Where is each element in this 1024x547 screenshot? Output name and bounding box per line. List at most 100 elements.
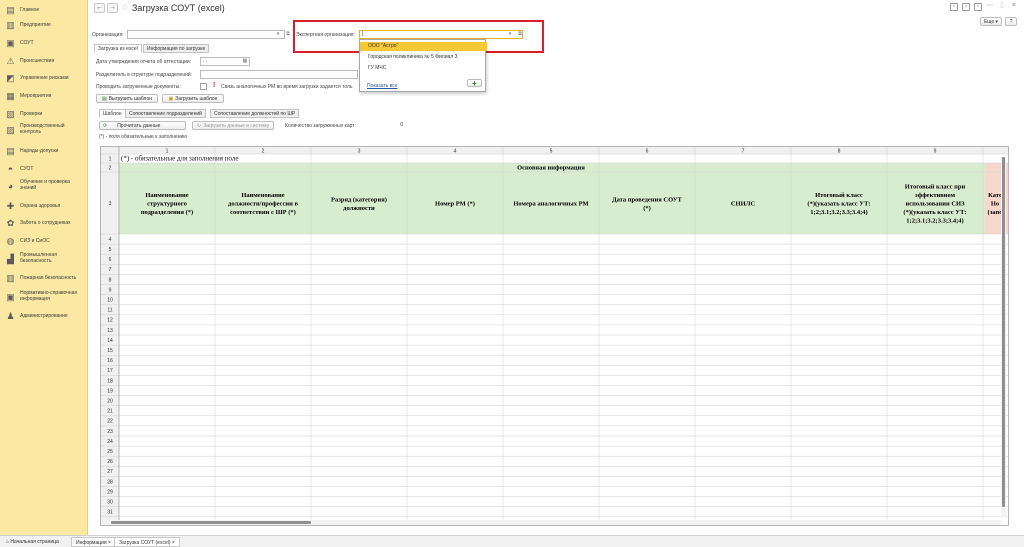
separator-field[interactable]	[200, 70, 358, 79]
sidebar-item-home[interactable]: ▤ Главное	[0, 4, 88, 16]
sidebar-item-admin[interactable]: ♟ Администрирование	[0, 310, 88, 322]
post-docs-checkbox[interactable]	[200, 83, 207, 90]
sidebar-item-helmet[interactable]: ◓ СУОТ	[0, 163, 88, 175]
load-icon: ↻	[196, 122, 202, 129]
dropdown-item-mchs[interactable]: ГУ МЧС	[360, 64, 487, 73]
sidebar-item-warning[interactable]: ⚠ Происшествия	[0, 55, 88, 67]
row-number: 8	[109, 277, 112, 283]
date-field[interactable]: . . ▦	[200, 57, 250, 66]
read-data-button[interactable]: ⟳ Прочитать данные	[99, 121, 186, 130]
sidebar-item-tasks[interactable]: ▦ Мероприятия	[0, 90, 88, 102]
export-icon: ▤	[101, 95, 107, 102]
sidebar-item-chart[interactable]: ◩ Управление рисками	[0, 72, 88, 84]
sidebar-item-industrial[interactable]: ▟ Промышленная безопасность	[0, 252, 88, 265]
sidebar-item-factory[interactable]: ▨ Производственный контроль	[0, 123, 88, 136]
bottom-tab-info-label: Информация	[76, 540, 107, 546]
row-number: 28	[107, 479, 113, 485]
row-number: 15	[107, 348, 113, 354]
org-field[interactable]: ▾ ⧉	[127, 30, 290, 39]
sidebar-item-permit[interactable]: ▤ Наряды-допуски	[0, 145, 88, 157]
sidebar-item-label: Происшествия	[20, 58, 55, 64]
dropdown-item-astro[interactable]: ООО "Астро"	[360, 42, 487, 51]
sidebar-item-label: Забота о сотрудниках	[20, 220, 71, 226]
check-icon: ▧	[6, 108, 15, 119]
sidebar-item-health[interactable]: ✚ Охрана здоровья	[0, 200, 88, 212]
close-icon[interactable]: ×	[108, 540, 111, 546]
sidebar-item-label: Предприятие	[20, 22, 51, 28]
row-number: 25	[107, 449, 113, 455]
permit-icon: ▤	[6, 145, 15, 156]
open-icon[interactable]: ⧉	[284, 31, 292, 38]
row-number: 26	[107, 459, 113, 465]
print-icon[interactable]: ▫	[962, 3, 970, 11]
bottom-tab-sout[interactable]: Загрузка СОУТ (excel) ×	[114, 537, 180, 547]
sidebar-item-fire[interactable]: ▥ Пожарная безопасность	[0, 272, 88, 284]
close-icon[interactable]: ×	[1010, 2, 1018, 11]
folder-icon: ▣	[168, 95, 174, 102]
post-docs-label: Проводить загруженные документы:	[96, 84, 181, 90]
page-title: Загрузка СОУТ (excel)	[132, 3, 225, 13]
tab-excel-upload[interactable]: Загрузка из excel	[94, 44, 142, 53]
row-number: 13	[107, 328, 113, 334]
tab-match-positions[interactable]: Сопоставление должностей по ШР	[210, 109, 300, 118]
copy-icon[interactable]: ▫	[974, 3, 982, 11]
sidebar-item-label: СОУТ	[20, 40, 34, 46]
more-button[interactable]: Еще ▾	[980, 17, 1002, 26]
column-number: 8	[838, 149, 841, 155]
required-fields-note: (*) - обязательные для заполнения поле	[121, 155, 238, 163]
sidebar-item-label: Промышленная безопасность	[20, 252, 57, 264]
help-button[interactable]: ?	[1005, 17, 1017, 26]
row-number: 19	[107, 388, 113, 394]
dropdown-item-clinic[interactable]: Городская поликлиника № 5 Филиал 3	[360, 53, 487, 62]
favorite-star-icon[interactable]: ☆	[121, 2, 129, 13]
export-template-button[interactable]: ▤ Выгрузить шаблон	[96, 94, 158, 103]
add-icon[interactable]: +	[467, 79, 482, 88]
row-number: 23	[107, 429, 113, 435]
template-spreadsheet[interactable]: 1234567891012345678910111213141516171819…	[100, 146, 1009, 526]
chart-icon: ◩	[6, 72, 15, 83]
open-icon[interactable]: ⧉	[516, 31, 524, 38]
tab-upload-info[interactable]: Информация по загрузке	[143, 44, 210, 53]
header-cell: Итоговый класс (*)(указать класс УТ: 1;2;3…	[807, 192, 870, 216]
import-template-label: Загрузить шаблон	[175, 95, 218, 102]
chevron-down-icon[interactable]: ▾	[506, 31, 514, 38]
horizontal-scroll-thumb[interactable]	[111, 521, 311, 524]
tab-template[interactable]: Шаблон	[99, 109, 126, 118]
bottom-tab-info[interactable]: Информация ×	[71, 537, 116, 547]
sout-icon: ▣	[6, 37, 15, 48]
sidebar-item-care[interactable]: ✿ Забота о сотрудниках	[0, 217, 88, 229]
care-icon: ✿	[6, 217, 15, 228]
load-data-button[interactable]: ↻ Загрузить данные в систему	[192, 121, 274, 130]
count-field[interactable]: 0	[361, 121, 406, 130]
sidebar-item-label: Наряды-допуски	[20, 148, 59, 154]
refresh-icon: ⟳	[103, 122, 108, 129]
import-template-button[interactable]: ▣ Загрузить шаблон	[162, 94, 224, 103]
factory-icon: ▨	[6, 124, 15, 135]
sidebar-item-label: Управление рисками	[20, 75, 69, 81]
sidebar-item-check[interactable]: ▧ Проверки	[0, 108, 88, 120]
show-all-link[interactable]: Показать все	[367, 83, 398, 89]
forward-button[interactable]: →	[107, 3, 118, 13]
sidebar-item-label: Пожарная безопасность	[20, 275, 77, 281]
link-icon[interactable]: ▫	[950, 3, 958, 11]
more-menu-icon[interactable]: ⋮	[998, 3, 1006, 11]
sidebar-item-reference[interactable]: ▣ Нормативно-справочная информация	[0, 290, 88, 303]
sidebar: ▤ Главное ▥ Предприятие ▣ СОУТ ⚠ Происшествия ◩ У…	[0, 0, 88, 535]
expert-org-field[interactable]: | ▾ ⧉	[359, 30, 523, 39]
sidebar-item-ppe[interactable]: ◍ СИЗ и СиОС	[0, 235, 88, 247]
separator-label: Разделитель в структуре подразделений:	[96, 72, 193, 78]
vertical-scroll-thumb[interactable]	[1002, 157, 1005, 507]
bottom-tab-home[interactable]: ⌂ Начальная страница	[2, 537, 63, 547]
group-header: Основная информация	[517, 165, 585, 172]
tab-match-departments[interactable]: Сопоставление подразделений	[125, 109, 206, 118]
sidebar-item-education[interactable]: ◕ Обучение и проверка знаний	[0, 179, 88, 192]
column-number: 2	[262, 149, 265, 155]
link-chain-icon[interactable]: ⋯	[986, 3, 994, 11]
row-number: 2	[109, 165, 112, 171]
calendar-icon[interactable]: ▦	[241, 58, 249, 65]
back-button[interactable]: ←	[94, 3, 105, 13]
sidebar-item-enterprise[interactable]: ▥ Предприятие	[0, 19, 88, 31]
sidebar-item-sout[interactable]: ▣ СОУТ	[0, 37, 88, 49]
close-icon[interactable]: ×	[172, 540, 175, 546]
chevron-down-icon[interactable]: ▾	[274, 31, 282, 38]
